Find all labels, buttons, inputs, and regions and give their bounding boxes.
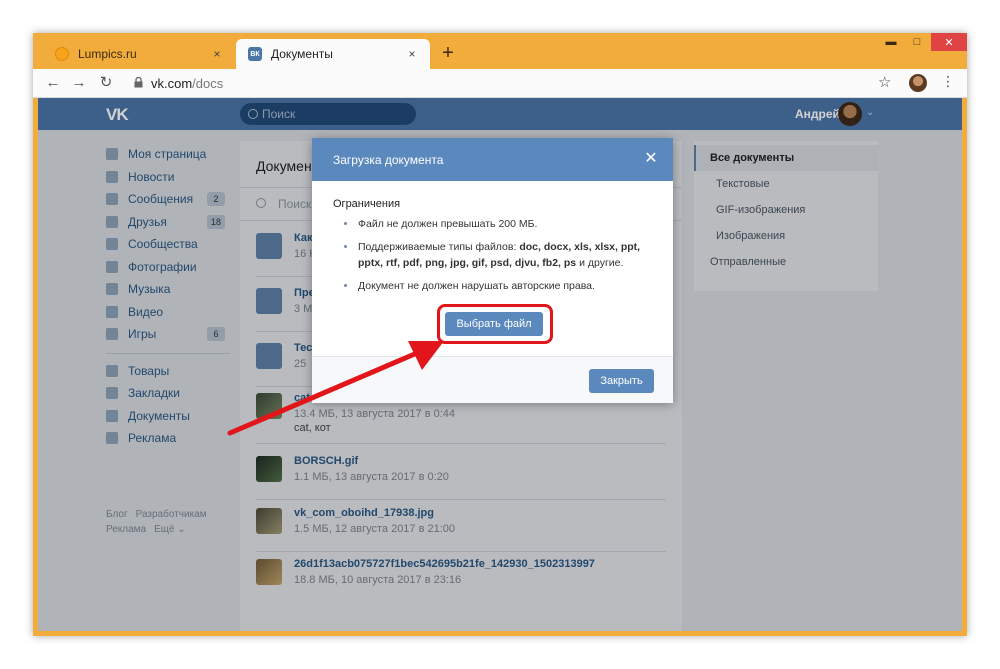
browser-toolbar: ← → ↻ vk.com/docs ☆ ⋮: [33, 69, 967, 98]
back-button[interactable]: ←: [43, 73, 63, 93]
browser-window: Lumpics.ru × ВК Документы × + ▬ □ ✕ ← → …: [33, 33, 967, 636]
lock-icon: [134, 77, 143, 88]
rule-text: Поддерживаемые типы файлов:: [358, 241, 520, 253]
minimize-button[interactable]: ▬: [879, 33, 903, 51]
new-tab-button[interactable]: +: [437, 42, 459, 64]
close-button[interactable]: Закрыть: [589, 369, 654, 393]
bookmark-star-icon[interactable]: ☆: [878, 73, 891, 91]
maximize-button[interactable]: □: [905, 33, 929, 51]
bullet-icon: [344, 222, 347, 225]
choose-file-button[interactable]: Выбрать файл: [445, 312, 543, 336]
tab-documents[interactable]: ВК Документы ×: [236, 39, 430, 69]
url-path: /docs: [192, 76, 224, 91]
url-domain: vk.com: [151, 76, 193, 91]
dialog-footer: Закрыть: [312, 356, 673, 403]
bullet-icon: [344, 284, 347, 287]
dialog-header: Загрузка документа ✕: [312, 138, 673, 181]
close-icon[interactable]: ✕: [643, 150, 659, 168]
rule-text: Файл не должен превышать 200 МБ.: [358, 218, 538, 230]
page-viewport: VK Поиск Андрей ⌄ Моя страница Новости С…: [38, 98, 962, 631]
tab-title: Lumpics.ru: [78, 47, 137, 61]
forward-button[interactable]: →: [69, 73, 89, 93]
tab-title: Документы: [271, 47, 333, 61]
rule-text: Документ не должен нарушать авторские пр…: [358, 280, 595, 292]
dialog-title: Загрузка документа: [333, 153, 444, 167]
list-item: Поддерживаемые типы файлов: doc, docx, x…: [344, 239, 654, 271]
tab-close-icon[interactable]: ×: [404, 47, 420, 61]
window-close-button[interactable]: ✕: [931, 33, 967, 51]
list-item: Документ не должен нарушать авторские пр…: [344, 278, 654, 294]
list-item: Файл не должен превышать 200 МБ.: [344, 216, 654, 232]
tab-close-icon[interactable]: ×: [209, 47, 225, 61]
restrictions-heading: Ограничения: [333, 198, 401, 210]
browser-menu-icon[interactable]: ⋮: [941, 73, 955, 90]
address-bar[interactable]: vk.com/docs: [151, 76, 223, 91]
vk-favicon-icon: ВК: [248, 47, 262, 61]
bullet-icon: [344, 245, 347, 248]
tab-strip: Lumpics.ru × ВК Документы × + ▬ □ ✕: [33, 33, 967, 69]
rule-text: и другие.: [576, 257, 624, 269]
restrictions-list: Файл не должен превышать 200 МБ. Поддерж…: [344, 216, 654, 301]
tab-lumpics[interactable]: Lumpics.ru ×: [43, 39, 235, 69]
lumpics-favicon-icon: [55, 47, 69, 61]
reload-button[interactable]: ↻: [96, 73, 116, 93]
profile-avatar[interactable]: [909, 74, 927, 92]
upload-document-dialog: Загрузка документа ✕ Ограничения Файл не…: [312, 138, 673, 403]
